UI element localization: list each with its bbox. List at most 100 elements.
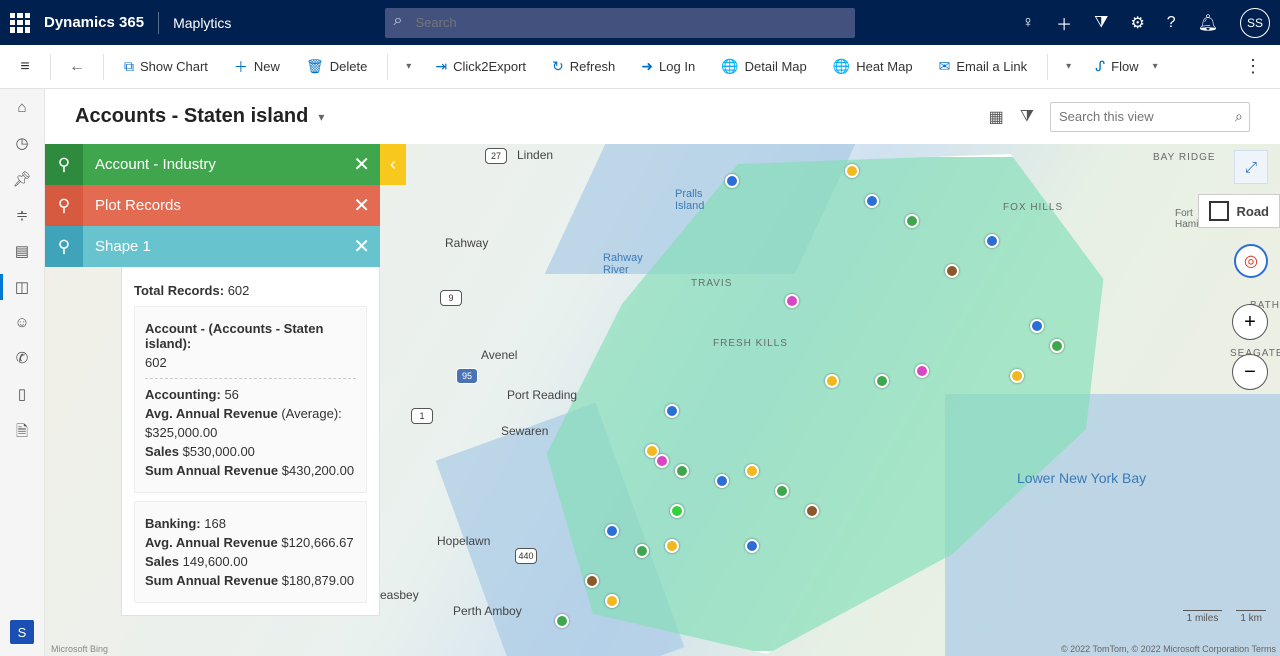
heat-map-button[interactable]: 🌐Heat Map (823, 58, 923, 75)
rail-phone-icon[interactable]: ✆ (0, 349, 44, 367)
new-button[interactable]: ＋New (224, 57, 290, 77)
summary-card: Account - (Accounts - Staten island): 60… (134, 306, 367, 493)
gear-icon[interactable]: ⚙ (1130, 13, 1144, 33)
flow-icon: ᔑ (1095, 58, 1105, 75)
delete-button[interactable]: 🗑Delete (296, 58, 377, 75)
funnel-icon[interactable]: ⧩ (1094, 14, 1108, 32)
user-avatar[interactable]: SS (1240, 8, 1270, 38)
login-button[interactable]: ➜Log In (631, 58, 705, 75)
lightbulb-icon[interactable]: ♀ (1022, 14, 1034, 32)
summary-card: Banking: 168 Avg. Annual Revenue $120,66… (134, 501, 367, 603)
click2export-button[interactable]: ⇥Click2Export (425, 58, 536, 75)
refresh-icon: ↻ (552, 58, 564, 75)
page-tools: ▦ ⧩ ⌕ (989, 102, 1250, 132)
panel-header-shape[interactable]: Shape 1 ✕ (83, 226, 380, 267)
label-fresh-kills: FRESH KILLS (713, 338, 788, 349)
globe-icon: 🌐 (721, 58, 738, 75)
label-lower-bay: Lower New York Bay (1017, 470, 1146, 486)
rail-contact-icon[interactable]: ☺ (0, 314, 44, 331)
page-header: Accounts - Staten island ▾ ▦ ⧩ ⌕ (45, 89, 1280, 144)
map-expand-button[interactable]: ⤢ (1234, 150, 1268, 184)
shield-95: 95 (456, 368, 478, 384)
delete-chevron[interactable]: ▾ (398, 61, 419, 72)
refresh-button[interactable]: ↻Refresh (542, 58, 625, 75)
detail-map-button[interactable]: 🌐Detail Map (711, 58, 817, 75)
mail-icon: ✉ (939, 58, 951, 75)
rail-device-icon[interactable]: ▯ (0, 385, 44, 403)
zoom-in-button[interactable]: + (1232, 304, 1268, 340)
email-chevron[interactable]: ▾ (1058, 61, 1079, 72)
map-scale: 1 miles 1 km (1183, 610, 1266, 626)
app-name[interactable]: Maplytics (173, 15, 231, 31)
label-pralls: Pralls Island (675, 188, 704, 212)
view-dropdown-icon[interactable]: ▾ (318, 110, 324, 124)
label-linden: Linden (517, 148, 553, 162)
column-options-icon[interactable]: ▦ (989, 107, 1004, 127)
hamburger-icon[interactable]: ≡ (10, 58, 40, 76)
nav-divider (158, 12, 159, 34)
rail-sliders-icon[interactable]: ≑ (0, 206, 44, 224)
overflow-button[interactable]: ⋮ (1236, 56, 1270, 77)
label-rahway: Rahway (445, 236, 488, 250)
back-button[interactable]: ← (61, 58, 93, 76)
close-icon[interactable]: ✕ (353, 193, 370, 218)
bell-icon[interactable]: 🔔︎ (1198, 13, 1218, 33)
map-attribution: © 2022 TomTom, © 2022 Microsoft Corporat… (1061, 644, 1276, 654)
rail-area-switch[interactable]: S (10, 620, 34, 644)
rail-file-icon[interactable]: 🗎 (0, 421, 44, 446)
label-easbey: easbey (380, 588, 419, 602)
rail-pin-icon[interactable]: 📌︎ (0, 170, 44, 188)
plus-icon[interactable]: ＋ (1056, 11, 1072, 35)
chart-icon: ⧉ (124, 58, 134, 75)
shield-1: 1 (411, 408, 433, 424)
global-search-input[interactable] (385, 8, 855, 38)
nav-right: ♀ ＋ ⧩ ⚙ ? 🔔︎ SS (1022, 8, 1270, 38)
label-rahway-river: Rahway River (603, 252, 643, 276)
map-locate-button[interactable]: ◎ (1234, 244, 1268, 278)
trash-icon: 🗑 (306, 58, 324, 75)
page-title[interactable]: Accounts - Staten island (75, 105, 308, 128)
command-bar: ≡ ← ⧉Show Chart ＋New 🗑Delete ▾ ⇥Click2Ex… (0, 45, 1280, 89)
help-icon[interactable]: ? (1167, 14, 1176, 32)
flow-button[interactable]: ᔑFlow▾ (1085, 58, 1175, 75)
panel-collapse-button[interactable]: ‹ (380, 144, 406, 185)
login-icon: ➜ (641, 58, 653, 75)
panel-icon-plot[interactable]: ⚲ (45, 185, 83, 226)
view-search[interactable]: ⌕ (1050, 102, 1250, 132)
label-bay-ridge: BAY RIDGE (1153, 152, 1216, 163)
heat-icon: 🌐 (833, 58, 850, 75)
left-rail: ⌂ ◷ 📌︎ ≑ ▤ ◫ ☺ ✆ ▯ 🗎 S (0, 89, 45, 656)
rail-recent-icon[interactable]: ◷ (0, 134, 44, 152)
rail-clipboard-icon[interactable]: ▤ (0, 242, 44, 260)
panel-body-shape: Total Records: 602 Account - (Accounts -… (121, 267, 380, 616)
panel-icon-industry[interactable]: ⚲ (45, 144, 83, 185)
label-avenel: Avenel (481, 348, 517, 362)
shield-440: 440 (515, 548, 537, 564)
shield-27: 27 (485, 148, 507, 164)
app-launcher-icon[interactable] (10, 13, 30, 33)
label-travis: TRAVIS (691, 278, 732, 289)
panel-icon-shape[interactable]: ⚲ (45, 226, 83, 267)
global-search[interactable] (385, 8, 855, 38)
filter-icon[interactable]: ⧩ (1020, 108, 1034, 126)
rail-accounts-icon[interactable]: ◫ (0, 278, 44, 296)
rail-home-icon[interactable]: ⌂ (0, 99, 44, 116)
search-icon[interactable]: ⌕ (1235, 108, 1243, 125)
road-swatch-icon (1209, 201, 1229, 221)
shield-9: 9 (440, 290, 462, 306)
panel-header-plot[interactable]: Plot Records ✕ (83, 185, 380, 226)
side-panels: ⚲ ⚲ ⚲ Account - Industry ✕ Plot Records … (45, 144, 380, 616)
close-icon[interactable]: ✕ (353, 152, 370, 177)
panel-header-industry[interactable]: Account - Industry ✕ (83, 144, 380, 185)
top-navbar: Dynamics 365 Maplytics ♀ ＋ ⧩ ⚙ ? 🔔︎ SS (0, 0, 1280, 45)
flow-chevron[interactable]: ▾ (1145, 61, 1166, 72)
email-link-button[interactable]: ✉Email a Link (929, 58, 1038, 75)
export-icon: ⇥ (435, 58, 447, 75)
show-chart-button[interactable]: ⧉Show Chart (114, 58, 218, 75)
view-search-input[interactable] (1059, 109, 1235, 124)
map-style-button[interactable]: Road (1198, 194, 1280, 228)
close-icon[interactable]: ✕ (353, 234, 370, 259)
label-fox-hills: FOX HILLS (1003, 202, 1063, 213)
zoom-out-button[interactable]: − (1232, 354, 1268, 390)
main-area: Linden Rahway Rahway River Avenel Port R… (45, 144, 1280, 656)
